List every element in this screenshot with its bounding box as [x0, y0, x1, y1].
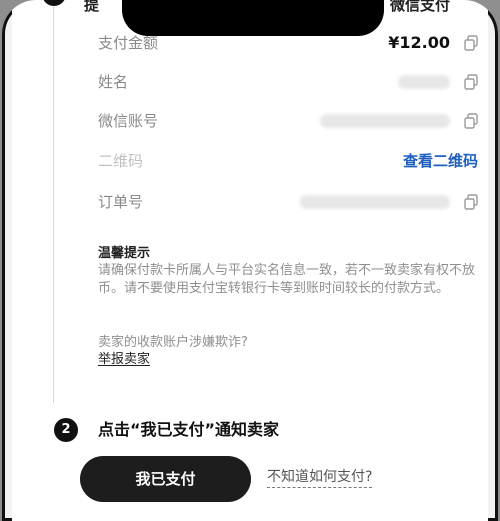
name-row: 姓名: [98, 70, 478, 94]
step-connector-line: [53, 6, 54, 403]
step-2-badge: 2: [54, 418, 78, 442]
order-row: 订单号: [98, 190, 478, 214]
qrcode-row: 二维码 查看二维码: [98, 149, 478, 173]
view-qrcode-link[interactable]: 查看二维码: [403, 149, 478, 173]
how-to-pay-link[interactable]: 不知道如何支付?: [267, 467, 373, 488]
wechat-account-value-redacted: [320, 114, 450, 128]
i-have-paid-button[interactable]: 我已支付: [80, 456, 251, 502]
copy-icon[interactable]: [464, 74, 478, 90]
phone-frame: 提 微信支付 支付金额 ¥12.00 姓名 微信账号 二维码 查看二维码 订单号…: [2, 0, 498, 521]
wechat-account-label: 微信账号: [98, 112, 159, 130]
qrcode-label: 二维码: [98, 152, 144, 170]
step-1-title-partial: 提: [84, 0, 100, 14]
copy-icon[interactable]: [464, 35, 478, 51]
step-1-title-partial-right: 微信支付: [390, 0, 451, 14]
tips-title: 温馨提示: [98, 246, 151, 261]
tips-body: 请确保付款卡所属人与平台实名信息一致，若不一致卖家有权不放币。请不要使用支付宝转…: [98, 263, 476, 296]
order-label: 订单号: [98, 193, 144, 211]
order-number-redacted: [300, 195, 450, 209]
payment-screen: 提 微信支付 支付金额 ¥12.00 姓名 微信账号 二维码 查看二维码 订单号…: [12, 0, 488, 521]
phone-notch: [122, 0, 384, 36]
report-seller-link[interactable]: 举报卖家: [98, 348, 150, 367]
wechat-account-row: 微信账号: [98, 109, 478, 133]
amount-value: ¥12.00: [388, 33, 450, 52]
name-label: 姓名: [98, 73, 129, 91]
step-1-badge: [42, 0, 66, 6]
copy-icon[interactable]: [464, 113, 478, 129]
step-2-title: 点击“我已支付”通知卖家: [98, 420, 280, 439]
copy-icon[interactable]: [464, 194, 478, 210]
name-value-redacted: [398, 75, 450, 89]
